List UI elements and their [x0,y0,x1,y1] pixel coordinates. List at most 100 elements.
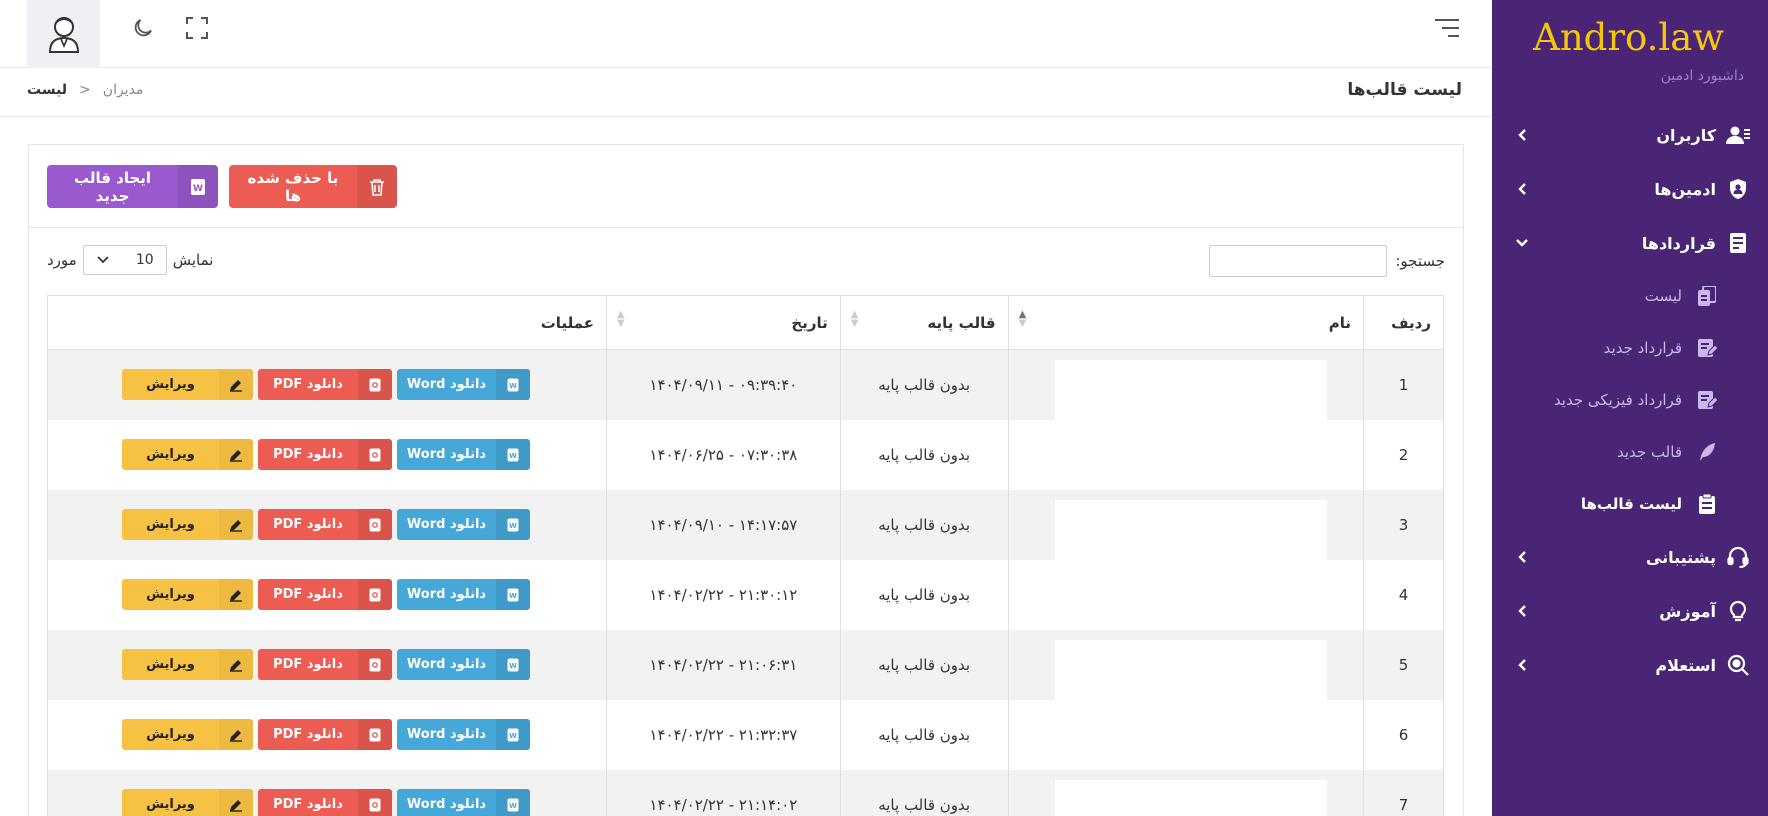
sidebar-nav: کاربران ادمین‌ها قراردادها لیست [1492,108,1768,692]
download-word-button[interactable]: W دانلود Word [397,719,530,750]
cell-base-template: بدون قالب پایه [839,769,1009,816]
cell-actions: ویرایش دانلود PDF W دانلود Word [47,349,607,420]
edit-button[interactable]: ویرایش [122,509,253,540]
search-input[interactable] [1209,245,1388,277]
word-file-icon: W [496,509,530,540]
sidebar-item-admins[interactable]: ادمین‌ها [1492,162,1768,216]
download-pdf-label: دانلود PDF [273,727,343,742]
avatar[interactable] [27,0,100,68]
pdf-file-icon [358,369,392,401]
download-pdf-label: دانلود PDF [273,377,343,393]
word-file-icon: W [496,369,530,401]
download-word-button[interactable]: W دانلود Word [397,369,530,401]
brand: Andro.law داشبورد ادمین [1492,0,1768,96]
edit-button[interactable]: ویرایش [122,719,253,750]
edit-button[interactable]: ویرایش [122,789,253,816]
cell-index: 6 [1363,699,1444,770]
name-redacted [1054,569,1328,632]
templates-table: ردیف نام ▲ ▼ قالب پایه ▲ ▼ تاریخ ▲ ▼ عملیات 1 ب… [47,295,1444,816]
download-pdf-label: دانلود PDF [273,587,343,602]
download-word-button[interactable]: W دانلود Word [397,439,530,470]
cell-index: 2 [1363,419,1444,490]
chevron-left-icon [1512,125,1532,145]
sort-icon: ▲ ▼ [850,309,859,329]
column-header-date[interactable]: تاریخ ▲ ▼ [606,295,841,350]
fullscreen-icon[interactable] [182,13,212,43]
cell-base-template: بدون قالب پایه [839,699,1009,770]
sidebar-subitem-label: لیست [1644,287,1682,305]
pencil-icon [219,579,253,610]
create-template-button[interactable]: W ایجاد قالب جدید [47,165,218,208]
show-deleted-button[interactable]: با حذف شده ها [229,165,397,208]
download-pdf-button[interactable]: دانلود PDF [258,509,392,540]
edit-label: ویرایش [146,447,195,462]
headset-icon [1724,543,1752,571]
sort-icon: ▲ ▼ [1018,309,1027,329]
download-word-button[interactable]: W دانلود Word [397,509,530,540]
svg-text:W: W [509,452,517,460]
sidebar-subitem-list[interactable]: لیست [1492,270,1768,322]
column-header-base[interactable]: قالب پایه ▲ ▼ [839,295,1009,350]
download-word-label: دانلود Word [406,727,487,742]
cell-index: 1 [1363,349,1444,420]
download-word-button[interactable]: W دانلود Word [397,789,530,816]
svg-text:W: W [509,382,517,390]
edit-button[interactable]: ویرایش [122,369,253,401]
word-file-icon: W [496,439,530,470]
table-row: 6 بدون قالب پایه ۱۴۰۴/۰۲/۲۲ - ۲۱:۳۲:۳۷ ویرا… [47,699,1444,772]
dark-mode-icon[interactable] [128,13,158,43]
pencil-icon [219,439,253,470]
download-word-button[interactable]: W دانلود Word [397,649,530,680]
sidebar-item-contracts[interactable]: قراردادها [1492,216,1768,270]
sidebar-item-support[interactable]: پشتیبانی [1492,530,1768,584]
sidebar-item-label: استعلام [1655,655,1716,675]
name-redacted [1054,429,1328,492]
pencil-icon [219,509,253,540]
pencil-icon [219,789,253,816]
download-pdf-button[interactable]: دانلود PDF [258,579,392,610]
sidebar-item-users[interactable]: کاربران [1492,108,1768,162]
download-pdf-button[interactable]: دانلود PDF [258,789,392,816]
download-pdf-button[interactable]: دانلود PDF [258,439,392,470]
trash-icon [357,165,397,208]
brand-subtitle: داشبورد ادمین [1660,68,1744,84]
cell-date: ۱۴۰۴/۰۹/۱۰ - ۱۴:۱۷:۵۷ [606,489,841,560]
word-file-icon: W [496,789,530,816]
sidebar-item-label: کاربران [1656,125,1716,145]
edit-label: ویرایش [146,517,195,532]
brand-logo[interactable]: Andro.law [1508,14,1724,62]
cell-index: 3 [1363,489,1444,560]
download-pdf-button[interactable]: دانلود PDF [258,369,392,401]
sidebar-item-inquiry[interactable]: استعلام [1492,638,1768,692]
download-word-button[interactable]: W دانلود Word [397,579,530,610]
feather-icon [1694,439,1720,465]
download-pdf-label: دانلود PDF [273,657,343,672]
edit-button[interactable]: ویرایش [122,439,253,470]
sort-icon: ▲ ▼ [617,309,625,329]
page-header: لیست قالب‌ها مدیران < لیست [0,69,1492,117]
sidebar-subitem-new-contract[interactable]: قرارداد جدید [1492,322,1768,374]
svg-text:W: W [509,802,517,810]
column-header-name[interactable]: نام ▲ ▼ [1007,295,1365,350]
menu-toggle-icon[interactable] [1432,13,1462,43]
breadcrumb: مدیران < لیست [27,82,143,98]
edit-button[interactable]: ویرایش [122,579,253,610]
edit-button[interactable]: ویرایش [122,649,253,680]
cell-base-template: بدون قالب پایه [839,629,1009,700]
cell-date: ۱۴۰۴/۰۲/۲۲ - ۲۱:۱۴:۰۲ [606,769,841,816]
download-pdf-button[interactable]: دانلود PDF [258,649,392,680]
cell-name [1007,489,1365,562]
sidebar-item-education[interactable]: آموزش [1492,584,1768,638]
edit-label: ویرایش [146,727,195,742]
sidebar-subitem-new-template[interactable]: قالب جدید [1492,426,1768,478]
page-size-select[interactable]: 10 [82,245,167,275]
column-header-index: ردیف [1363,295,1444,350]
download-pdf-button[interactable]: دانلود PDF [258,719,392,750]
sidebar-item-label: قراردادها [1641,233,1716,253]
chevron-left-icon [1512,547,1532,567]
sidebar-subitem-templates-list[interactable]: لیست قالب‌ها [1492,478,1768,530]
sidebar-subitem-label: لیست قالب‌ها [1580,495,1682,513]
sidebar-subitem-physical-contract[interactable]: قرارداد فیزیکی جدید [1492,374,1768,426]
edit-label: ویرایش [146,377,195,393]
breadcrumb-parent[interactable]: مدیران [103,82,144,98]
